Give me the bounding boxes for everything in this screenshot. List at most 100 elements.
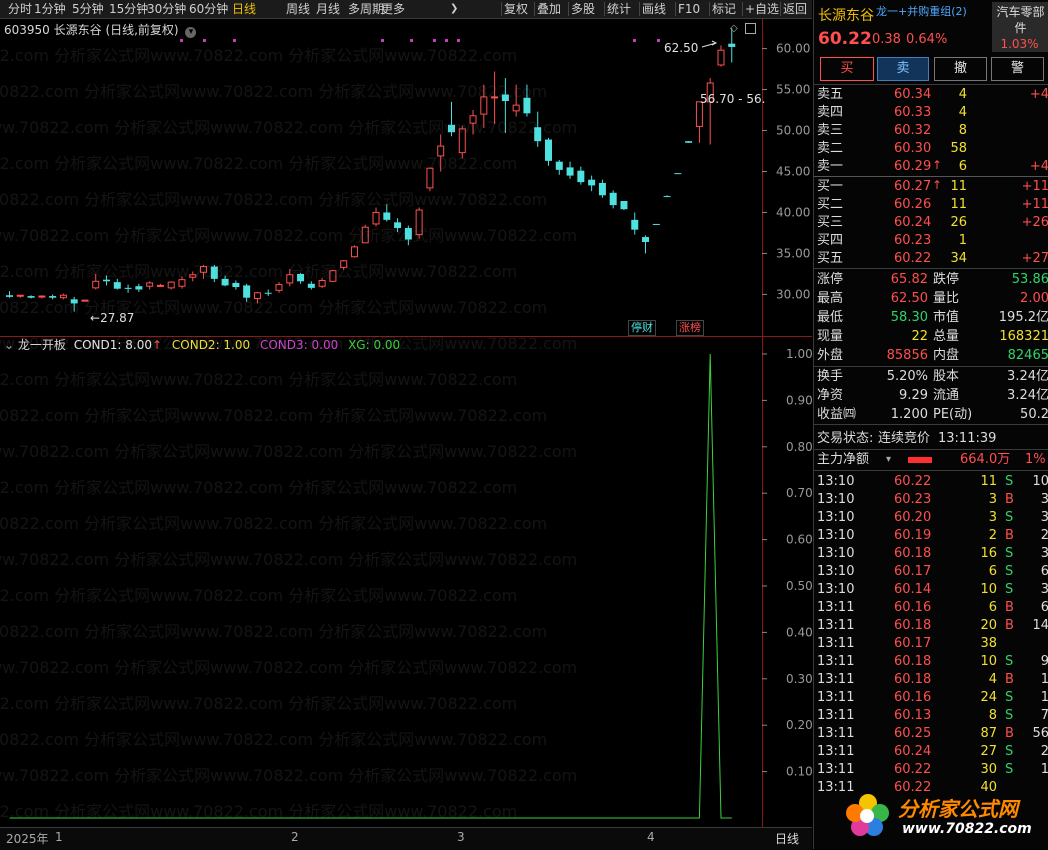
- indicator-chart[interactable]: 1.00 0.90 0.80 0.70 0.60 0.50 0.40 0.30 0.20 0.10…: [0, 337, 813, 827]
- ask-row-3[interactable]: 卖二 60.30 58: [814, 140, 1048, 158]
- tick-volume: 8: [988, 708, 997, 723]
- tick-row-5[interactable]: 13:10 60.17 6 S 6: [814, 563, 1048, 581]
- bid-change: +27: [1021, 251, 1048, 266]
- tick-row-8[interactable]: 13:11 60.18 20 B 14: [814, 617, 1048, 635]
- candle-39: [426, 167, 434, 192]
- bid-row-2[interactable]: 买三 60.24 26 +26: [814, 214, 1048, 232]
- candle-33: [361, 224, 369, 244]
- ask-row-1[interactable]: 卖四 60.33 4: [814, 104, 1048, 122]
- tick-volume: 24: [980, 690, 997, 705]
- tick-row-2[interactable]: 13:10 60.20 3 S 3: [814, 509, 1048, 527]
- stat2-row-0[interactable]: 换手 5.20% 股本 3.24亿: [814, 368, 1048, 386]
- bid-label: 买五: [817, 251, 844, 266]
- tick-row-9[interactable]: 13:11 60.17 38: [814, 635, 1048, 653]
- toolbar-action-7[interactable]: +自选: [745, 0, 779, 18]
- period-3[interactable]: 15分钟: [109, 0, 148, 18]
- candlestick-svg[interactable]: 60.00 55.00 50.00 45.00 40.00 35.00 30.00: [0, 19, 812, 337]
- toolbar-action-6[interactable]: 标记: [712, 0, 736, 18]
- axis-period-label[interactable]: 日线: [775, 830, 799, 847]
- badge-tingcai[interactable]: 停财: [628, 320, 656, 336]
- axis-month-1: 1: [55, 830, 63, 844]
- toolbar-action-2[interactable]: 多股: [571, 0, 595, 18]
- netflow-chevron-icon[interactable]: ▾: [886, 451, 891, 469]
- candlestick-chart[interactable]: 60.00 55.00 50.00 45.00 40.00 35.00 30.00 6039…: [0, 19, 812, 337]
- stat2-row-2[interactable]: 收益㈣ 1.200 PE(动) 50.2: [814, 406, 1048, 424]
- stat-value-1: 22: [911, 329, 928, 344]
- stat-row-3[interactable]: 现量 22 总量 168321: [814, 328, 1048, 346]
- stat-row-1[interactable]: 最高 62.50 量比 2.00: [814, 290, 1048, 308]
- watermark-logo: 分析家公式网 www.70822.com: [842, 787, 1042, 845]
- stat-row-2[interactable]: 最低 58.30 市值 195.2亿: [814, 309, 1048, 327]
- sector-box[interactable]: 汽车零部件 1.03%: [992, 2, 1048, 52]
- period-9[interactable]: 多周期: [348, 0, 384, 18]
- price-change: 0.38: [872, 32, 901, 47]
- buy-button[interactable]: 买: [820, 57, 874, 81]
- tick-time: 13:10: [817, 582, 855, 597]
- period-10[interactable]: 更多: [381, 0, 405, 18]
- tick-row-6[interactable]: 13:10 60.14 10 S 3: [814, 581, 1048, 599]
- bid-row-0[interactable]: 买一 60.27 11 +11: [814, 178, 1048, 196]
- tick-row-12[interactable]: 13:11 60.16 24 S 1: [814, 689, 1048, 707]
- tick-count: 3: [1040, 546, 1048, 561]
- ask-row-2[interactable]: 卖三 60.32 8: [814, 122, 1048, 140]
- ask-row-0[interactable]: 卖五 60.34 4 +4: [814, 86, 1048, 104]
- diamond-icon[interactable]: ◇: [730, 23, 738, 34]
- price-tick-2: 50.00: [776, 124, 810, 138]
- toolbar-action-0[interactable]: 复权: [504, 0, 528, 18]
- tick-count: 56: [1032, 726, 1048, 741]
- tick-price: 60.13: [894, 708, 932, 723]
- toolbar-action-4[interactable]: 画线: [642, 0, 666, 18]
- period-8[interactable]: 月线: [316, 0, 340, 18]
- stat-value-2: 2.00: [1020, 291, 1048, 306]
- indicator-dropdown-icon[interactable]: ⌄: [4, 338, 14, 352]
- tick-row-16[interactable]: 13:11 60.22 30 S 1: [814, 761, 1048, 779]
- period-2[interactable]: 5分钟: [72, 0, 104, 18]
- tick-row-7[interactable]: 13:11 60.16 6 B 6: [814, 599, 1048, 617]
- bid-row-4[interactable]: 买五 60.22 34 +27: [814, 250, 1048, 268]
- ask-row-4[interactable]: 卖一 60.29 6 +4: [814, 158, 1048, 176]
- stat-row-0[interactable]: 涨停 65.82 跌停 53.86: [814, 271, 1048, 289]
- more-chevron-icon[interactable]: ❯: [450, 0, 458, 18]
- period-1[interactable]: 1分钟: [34, 0, 66, 18]
- tick-row-10[interactable]: 13:11 60.18 10 S 9: [814, 653, 1048, 671]
- tick-row-15[interactable]: 13:11 60.24 27 S 2: [814, 743, 1048, 761]
- period-0[interactable]: 分时: [8, 0, 32, 18]
- toolbar-action-1[interactable]: 叠加: [537, 0, 561, 18]
- period-5[interactable]: 60分钟: [189, 0, 228, 18]
- tick-row-0[interactable]: 13:10 60.22 11 S 10: [814, 473, 1048, 491]
- stat-row-4[interactable]: 外盘 85856 内盘 82465: [814, 347, 1048, 365]
- toolbar-action-3[interactable]: 统计: [607, 0, 631, 18]
- tick-row-11[interactable]: 13:11 60.18 4 B 1: [814, 671, 1048, 689]
- tick-row-13[interactable]: 13:11 60.13 8 S 7: [814, 707, 1048, 725]
- window-toggle-icon[interactable]: [745, 23, 756, 34]
- bid-row-1[interactable]: 买二 60.26 11 +11: [814, 196, 1048, 214]
- tick-row-3[interactable]: 13:10 60.19 2 B 2: [814, 527, 1048, 545]
- tick-row-4[interactable]: 13:10 60.18 16 S 3: [814, 545, 1048, 563]
- candle-15: [167, 281, 175, 290]
- period-4[interactable]: 30分钟: [147, 0, 186, 18]
- ask-price: 60.34: [894, 87, 932, 102]
- title-dropdown-icon[interactable]: ▾: [185, 27, 197, 38]
- signal-dot-4: [410, 39, 413, 42]
- bid-row-3[interactable]: 买四 60.23 1: [814, 232, 1048, 250]
- badge-zhangbang[interactable]: 涨榜: [676, 320, 704, 336]
- stat2-label-1: 换手: [817, 369, 844, 384]
- alert-button[interactable]: 警: [991, 57, 1044, 81]
- sell-button[interactable]: 卖: [877, 57, 929, 81]
- tick-side: S: [1005, 744, 1014, 759]
- indicator-svg[interactable]: 1.00 0.90 0.80 0.70 0.60 0.50 0.40 0.30 0.20 0.10: [0, 337, 813, 827]
- tick-time: 13:10: [817, 564, 855, 579]
- price-tick-1: 55.00: [776, 83, 810, 97]
- tick-time: 13:11: [817, 618, 855, 633]
- tick-row-14[interactable]: 13:11 60.25 87 B 56: [814, 725, 1048, 743]
- tick-row-1[interactable]: 13:10 60.23 3 B 3: [814, 491, 1048, 509]
- stock-tags[interactable]: 龙一+并购重组(2): [876, 3, 967, 19]
- stat2-row-1[interactable]: 净资 9.29 流通 3.24亿: [814, 387, 1048, 405]
- cancel-order-button[interactable]: 撤: [934, 57, 987, 81]
- bid-label: 买三: [817, 215, 844, 230]
- toolbar-action-8[interactable]: 返回: [783, 0, 807, 18]
- toolbar-action-5[interactable]: F10: [678, 0, 700, 18]
- tick-count: 2: [1040, 744, 1048, 759]
- period-6[interactable]: 日线: [232, 0, 256, 18]
- period-7[interactable]: 周线: [286, 0, 310, 18]
